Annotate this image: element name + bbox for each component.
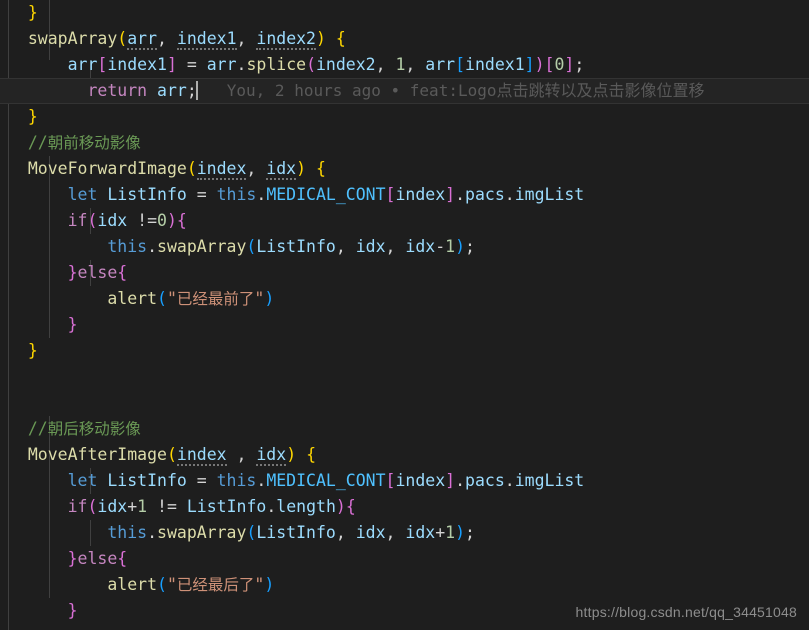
code-line[interactable]: this.swapArray(ListInfo, idx, idx+1); (0, 520, 809, 546)
code-line[interactable]: alert("已经最后了") (0, 572, 809, 598)
code-line[interactable]: swapArray(arr, index1, index2) { (0, 26, 809, 52)
alert-string-first: 已经最前了 (176, 290, 255, 308)
code-line[interactable]: if(idx !=0){ (0, 208, 809, 234)
code-line[interactable]: alert("已经最前了") (0, 286, 809, 312)
code-line[interactable]: } (0, 104, 809, 130)
code-line[interactable]: arr[index1] = arr.splice(index2, 1, arr[… (0, 52, 809, 78)
code-line[interactable]: let ListInfo = this.MEDICAL_CONT[index].… (0, 468, 809, 494)
code-line[interactable]: //朝后移动影像 (0, 416, 809, 442)
csdn-watermark: https://blog.csdn.net/qq_34451048 (575, 604, 797, 620)
code-line[interactable]: MoveAfterImage(index , idx) { (0, 442, 809, 468)
code-line[interactable] (0, 624, 809, 630)
git-blame-annotation[interactable]: You, 2 hours ago • feat:Logo点击跳转以及点击影像位置… (197, 81, 705, 100)
code-line[interactable]: //朝前移动影像 (0, 130, 809, 156)
code-line[interactable]: } (0, 338, 809, 364)
code-line[interactable]: this.swapArray(ListInfo, idx, idx-1); (0, 234, 809, 260)
comment-text: 朝前移动影像 (47, 134, 141, 152)
code-content[interactable]: } swapArray(arr, index1, index2) { arr[i… (0, 0, 809, 630)
code-line-active[interactable]: return arr; You, 2 hours ago • feat:Logo点… (0, 78, 809, 104)
code-line[interactable]: } (0, 312, 809, 338)
code-line[interactable]: MoveForwardImage(index, idx) { (0, 156, 809, 182)
code-line[interactable]: let ListInfo = this.MEDICAL_CONT[index].… (0, 182, 809, 208)
code-line[interactable] (0, 390, 809, 416)
code-line[interactable]: }else{ (0, 260, 809, 286)
code-editor[interactable]: } swapArray(arr, index1, index2) { arr[i… (0, 0, 809, 630)
code-line[interactable]: if(idx+1 != ListInfo.length){ (0, 494, 809, 520)
alert-string-last: 已经最后了 (176, 576, 255, 594)
code-line[interactable]: } (0, 0, 809, 26)
code-line[interactable]: }else{ (0, 546, 809, 572)
code-line[interactable] (0, 364, 809, 390)
comment-text: 朝后移动影像 (47, 420, 141, 438)
